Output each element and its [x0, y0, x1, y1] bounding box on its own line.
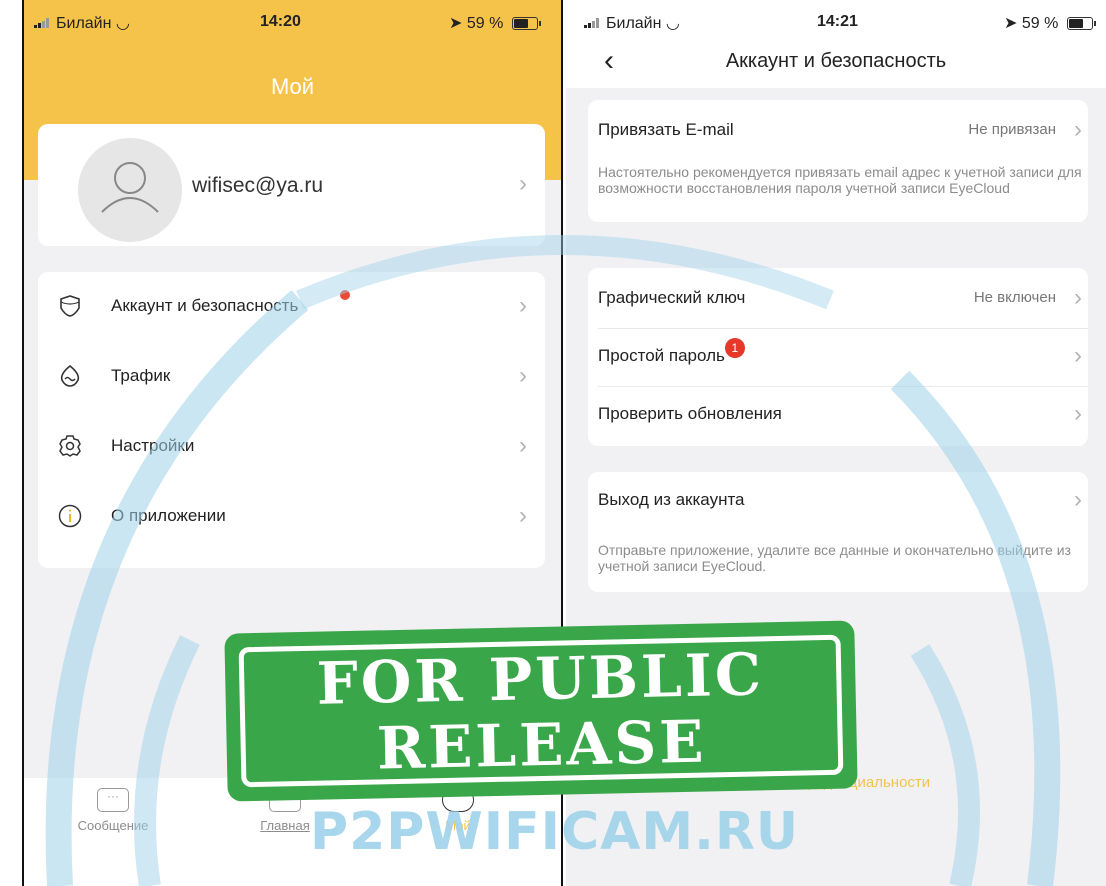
watermark-site-text: P2PWIFICAM.RU [310, 802, 800, 862]
public-release-stamp: FOR PUBLIC RELEASE [224, 620, 858, 802]
stamp-line-2: RELEASE [376, 707, 708, 783]
